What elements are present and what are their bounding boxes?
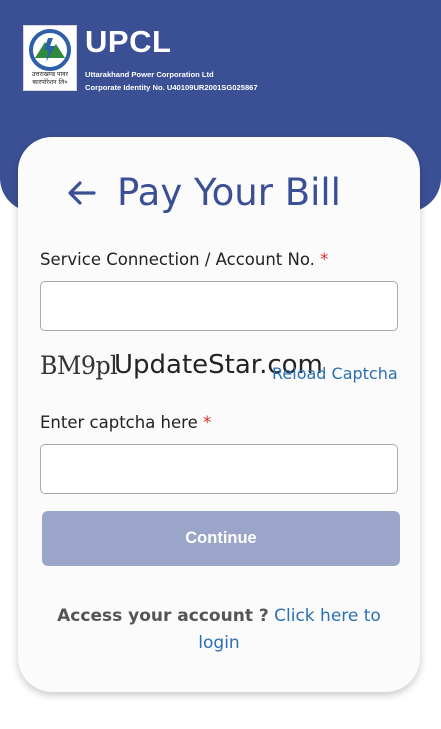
company-name: Uttarakhand Power Corporation Ltd	[85, 70, 214, 79]
corporate-id: Corporate Identity No. U40109UR2001SG025…	[85, 83, 258, 92]
pay-bill-card: Pay Your Bill Service Connection / Accou…	[18, 137, 420, 692]
continue-button[interactable]: Continue	[42, 511, 400, 566]
account-label-text: Service Connection / Account No.	[40, 250, 315, 269]
captcha-label: Enter captcha here *	[40, 413, 211, 432]
upcl-logo: उत्तराखण्ड पावर कारपोरेशन लि०	[23, 25, 77, 91]
logo-hindi-line2: कारपोरेशन लि०	[32, 79, 68, 86]
logo-hindi-line1: उत्तराखण्ड पावर	[31, 71, 69, 78]
account-number-input[interactable]	[40, 281, 398, 331]
page-title: Pay Your Bill	[117, 171, 341, 214]
access-account-text: Access your account ?	[57, 606, 269, 626]
captcha-text: BM9pl	[40, 351, 118, 380]
access-account-line: Access your account ? Click here to logi…	[38, 603, 400, 657]
logo-hindi-text: उत्तराखण्ड पावर कारपोरेशन लि०	[25, 71, 75, 87]
brand-subtitle: Uttarakhand Power Corporation Ltd Corpor…	[85, 68, 258, 94]
back-arrow-icon[interactable]	[66, 177, 98, 209]
captcha-input[interactable]	[40, 444, 398, 494]
account-label: Service Connection / Account No. *	[40, 250, 328, 269]
logo-emblem-icon	[29, 29, 71, 71]
required-marker: *	[320, 250, 329, 269]
brand-title: UPCL	[85, 24, 172, 59]
captcha-label-text: Enter captcha here	[40, 413, 198, 432]
reload-captcha-link[interactable]: Reload Captcha	[272, 364, 398, 383]
required-marker: *	[202, 413, 212, 432]
